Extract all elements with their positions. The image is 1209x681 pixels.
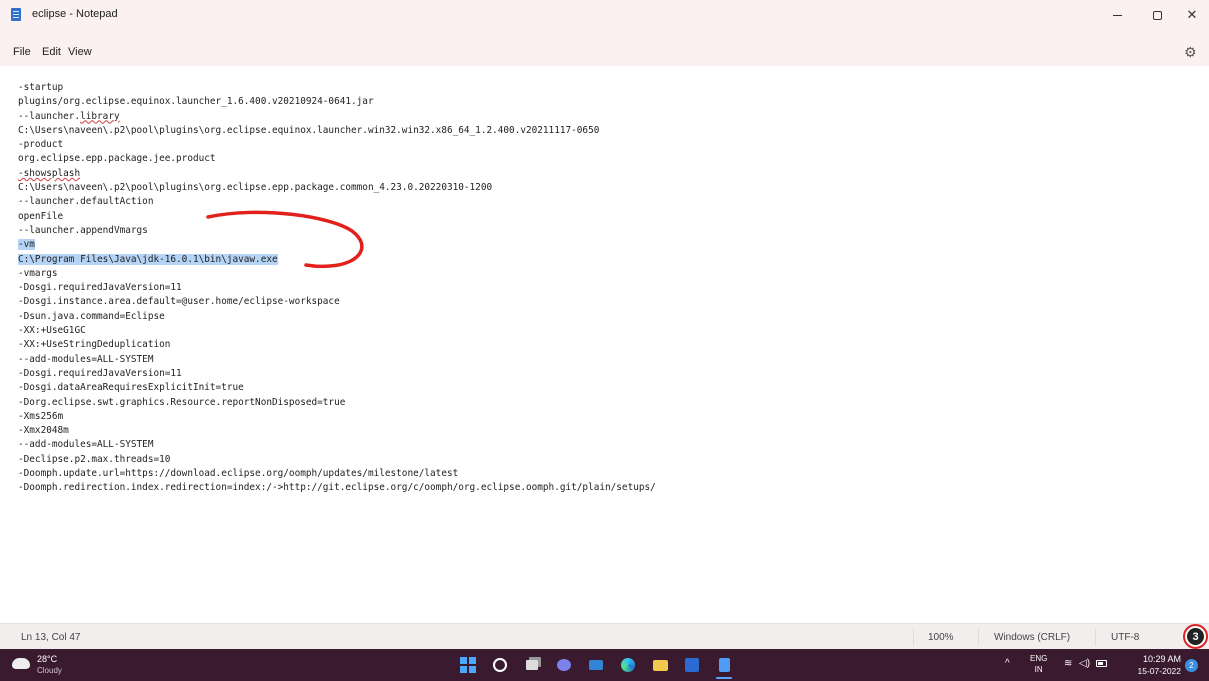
editor-line[interactable]: -Dosgi.dataAreaRequiresExplicitInit=true <box>18 381 656 395</box>
encoding[interactable]: UTF-8 <box>1111 632 1139 643</box>
editor-line[interactable]: -vm <box>18 238 656 252</box>
maximize-icon <box>1152 10 1162 20</box>
status-divider <box>1095 628 1096 646</box>
zoom-level[interactable]: 100% <box>928 632 954 643</box>
editor-line[interactable]: --add-modules=ALL-SYSTEM <box>18 353 656 367</box>
menu-edit[interactable]: Edit <box>42 46 61 58</box>
editor-line[interactable]: --add-modules=ALL-SYSTEM <box>18 438 656 452</box>
notification-count-badge[interactable]: 2 <box>1185 659 1198 672</box>
clock-time[interactable]: 10:29 AM <box>1131 654 1181 664</box>
volume-icon[interactable]: ◁) <box>1079 658 1090 669</box>
taskbar: 28°C Cloudy ^ ENG IN ≋ ◁) 10:29 AM 15-07… <box>0 649 1209 681</box>
status-divider <box>978 628 979 646</box>
close-icon: ✕ <box>1186 7 1198 22</box>
editor-line[interactable]: -Dosgi.instance.area.default=@user.home/… <box>18 295 656 309</box>
language-indicator[interactable]: ENG IN <box>1030 653 1047 675</box>
battery-icon[interactable] <box>1096 660 1107 667</box>
editor-line[interactable]: -startup <box>18 81 656 95</box>
text-editor[interactable]: -startup plugins/org.eclipse.equinox.laun… <box>0 66 1209 623</box>
cursor-position: Ln 13, Col 47 <box>21 632 81 643</box>
editor-line[interactable]: -Xmx2048m <box>18 424 656 438</box>
editor-line[interactable]: C:\Users\naveen\.p2\pool\plugins\org.ecl… <box>18 181 656 195</box>
editor-text-content[interactable]: -startup plugins/org.eclipse.equinox.laun… <box>18 81 656 496</box>
editor-line[interactable]: -Declipse.p2.max.threads=10 <box>18 453 656 467</box>
clock-date[interactable]: 15-07-2022 <box>1125 666 1181 676</box>
editor-line[interactable]: -product <box>18 138 656 152</box>
search-icon[interactable] <box>492 657 508 673</box>
minimize-icon <box>1112 14 1122 16</box>
word-icon[interactable] <box>684 657 700 673</box>
close-button[interactable]: ✕ <box>1172 0 1209 30</box>
minimize-button[interactable] <box>1097 0 1137 30</box>
line-ending[interactable]: Windows (CRLF) <box>994 632 1070 643</box>
edge-browser-icon[interactable] <box>620 657 636 673</box>
editor-line[interactable]: --launcher.appendVmargs <box>18 224 656 238</box>
editor-line[interactable]: C:\Program Files\Java\jdk-16.0.1\bin\jav… <box>18 253 656 267</box>
menu-view[interactable]: View <box>68 46 92 58</box>
task-view-icon[interactable] <box>524 657 540 673</box>
editor-line[interactable]: -XX:+UseStringDeduplication <box>18 338 656 352</box>
status-divider <box>913 628 914 646</box>
notepad-app-icon <box>11 8 21 21</box>
wifi-icon[interactable]: ≋ <box>1064 658 1072 669</box>
editor-line[interactable]: -showsplash <box>18 167 656 181</box>
windows-start-icon[interactable] <box>460 657 476 673</box>
menu-file[interactable]: File <box>13 46 31 58</box>
weather-temperature[interactable]: 28°C <box>37 654 57 664</box>
editor-line[interactable]: -Dsun.java.command=Eclipse <box>18 310 656 324</box>
editor-line[interactable]: -XX:+UseG1GC <box>18 324 656 338</box>
editor-line[interactable]: C:\Users\naveen\.p2\pool\plugins\org.ecl… <box>18 124 656 138</box>
editor-line[interactable]: -Doomph.update.url=https://download.ecli… <box>18 467 656 481</box>
cloud-icon[interactable] <box>12 658 30 669</box>
tray-overflow-chevron-icon[interactable]: ^ <box>1005 658 1010 669</box>
menu-bar: File Edit View ⚙ <box>0 30 1209 66</box>
editor-line[interactable]: -Xms256m <box>18 410 656 424</box>
editor-line[interactable]: -Dosgi.requiredJavaVersion=11 <box>18 367 656 381</box>
active-app-indicator <box>716 677 732 679</box>
file-explorer-icon[interactable] <box>652 657 668 673</box>
editor-line[interactable]: -Doomph.redirection.index.redirection=in… <box>18 481 656 495</box>
window-title: eclipse - Notepad <box>32 8 118 20</box>
notepad-taskbar-icon[interactable] <box>716 657 732 673</box>
status-bar: Ln 13, Col 47 100% Windows (CRLF) UTF-8 <box>0 623 1209 649</box>
editor-line[interactable]: --launcher.library <box>18 110 656 124</box>
editor-line[interactable]: plugins/org.eclipse.equinox.launcher_1.6… <box>18 95 656 109</box>
editor-line[interactable]: -Dorg.eclipse.swt.graphics.Resource.repo… <box>18 396 656 410</box>
title-bar: eclipse - Notepad ✕ <box>0 0 1209 30</box>
teams-chat-icon[interactable] <box>556 657 572 673</box>
mail-icon[interactable] <box>588 657 604 673</box>
editor-line[interactable]: -Dosgi.requiredJavaVersion=11 <box>18 281 656 295</box>
editor-line[interactable]: org.eclipse.epp.package.jee.product <box>18 152 656 166</box>
editor-line[interactable]: -vmargs <box>18 267 656 281</box>
weather-description[interactable]: Cloudy <box>37 666 62 675</box>
editor-line[interactable]: --launcher.defaultAction <box>18 195 656 209</box>
maximize-button[interactable] <box>1137 0 1177 30</box>
editor-line[interactable]: openFile <box>18 210 656 224</box>
settings-gear-icon[interactable]: ⚙ <box>1184 44 1197 61</box>
annotation-step-badge: 3 <box>1183 624 1208 649</box>
